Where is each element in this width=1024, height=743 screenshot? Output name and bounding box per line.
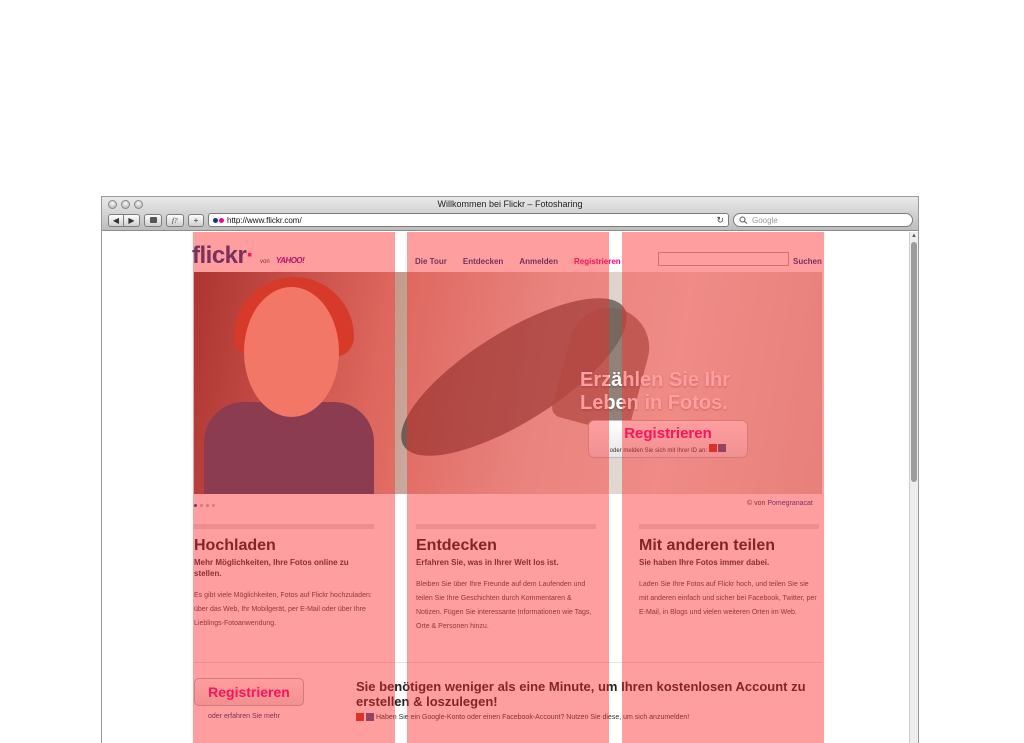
logo-wordmark: flickr <box>192 242 247 269</box>
column-rule <box>416 524 596 529</box>
column-rule <box>639 524 819 529</box>
learn-more-link[interactable]: oder erfahren Sie mehr <box>208 713 280 720</box>
column-title: Entdecken <box>416 537 497 554</box>
tagline-line-2: Leben in Fotos. <box>580 392 728 414</box>
column-body: Bleiben Sie über Ihre Freunde auf dem La… <box>416 581 592 630</box>
back-button[interactable]: ◀ <box>108 213 124 227</box>
browser-toolbar: ◀ ▶ f? + http://www.flickr.com/ ↻ Google <box>108 213 913 227</box>
pager-dot[interactable] <box>194 504 197 507</box>
column-subtitle: Sie haben Ihre Fotos immer dabei. <box>639 558 770 567</box>
cta-subtext: Haben Sie ein Google-Konto oder einen Fa… <box>356 713 689 721</box>
hero-register-label: Registrieren <box>624 425 712 442</box>
reload-icon[interactable]: ↻ <box>716 215 724 226</box>
pager-dot[interactable] <box>206 504 209 507</box>
forward-button[interactable]: ▶ <box>124 213 140 227</box>
nav-buttons: ◀ ▶ <box>108 213 140 227</box>
credit-author-link[interactable]: Pomegranacat <box>767 500 813 507</box>
column-entdecken: Entdecken Erfahren Sie, was in Ihrer Wel… <box>416 524 596 634</box>
ublock-button[interactable] <box>144 213 162 227</box>
page-content: flickr· von YAHOO! Die Tour Entdecken An… <box>102 232 910 743</box>
google-icon[interactable] <box>708 444 717 452</box>
nav-anmelden[interactable]: Anmelden <box>519 257 558 266</box>
scrollbar-thumb[interactable] <box>911 242 917 482</box>
nav-die-tour[interactable]: Die Tour <box>415 257 447 266</box>
vertical-scrollbar[interactable]: ▲ <box>909 232 918 743</box>
google-icon[interactable] <box>356 713 364 721</box>
column-hochladen: Hochladen Mehr Möglichkeiten, Ihre Fotos… <box>194 524 374 631</box>
hero-register-sub: oder melden Sie sich mit Ihrer ID an: <box>589 444 747 454</box>
divider <box>194 662 822 663</box>
scroll-up-icon[interactable]: ▲ <box>911 233 917 239</box>
browser-window: Willkommen bei Flickr – Fotosharing ◀ ▶ … <box>101 196 919 743</box>
svg-text:f?: f? <box>172 217 178 224</box>
column-teilen: Mit anderen teilen Sie haben Ihre Fotos … <box>639 524 819 620</box>
back-icon: ◀ <box>112 215 120 225</box>
column-title: Hochladen <box>194 537 276 554</box>
google-search-placeholder: Google <box>752 215 778 225</box>
flickr-favicon <box>213 217 224 223</box>
cta-heading: Sie benötigen weniger als eine Minute, u… <box>356 679 806 709</box>
photo-credit: © von Pomegranacat <box>747 500 813 507</box>
bottom-register-button[interactable]: Registrieren <box>194 678 304 706</box>
column-body: Laden Sie Ihre Fotos auf Flickr hoch, un… <box>639 581 817 616</box>
logo-by: von <box>260 259 270 265</box>
forward-icon: ▶ <box>128 215 135 225</box>
site-search-button[interactable]: Suchen <box>793 257 822 266</box>
title-bar: Willkommen bei Flickr – Fotosharing ◀ ▶ … <box>102 197 918 231</box>
flickr-logo[interactable]: flickr· von YAHOO! <box>192 242 305 270</box>
top-nav: Die Tour Entdecken Anmelden Registrieren <box>415 257 621 266</box>
column-rule <box>194 524 374 529</box>
column-subtitle: Erfahren Sie, was in Ihrer Welt los ist. <box>416 558 559 567</box>
nav-registrieren[interactable]: Registrieren <box>574 257 621 266</box>
pager-dot[interactable] <box>200 504 203 507</box>
magnifier-icon <box>739 216 748 224</box>
snapback-icon: f? <box>172 217 178 224</box>
nav-entdecken[interactable]: Entdecken <box>463 257 503 266</box>
column-subtitle: Mehr Möglichkeiten, Ihre Fotos online zu… <box>194 558 349 578</box>
hero-banner: Erzählen Sie Ihr Leben in Fotos. Registr… <box>194 272 822 494</box>
hero-photo-face <box>244 287 339 417</box>
facebook-icon[interactable] <box>718 444 727 452</box>
url-text: http://www.flickr.com/ <box>227 215 302 225</box>
hero-register-button[interactable]: Registrieren oder melden Sie sich mit Ih… <box>588 420 748 458</box>
google-search-field[interactable]: Google <box>733 213 913 227</box>
facebook-icon[interactable] <box>366 713 374 721</box>
hero-pager <box>194 504 215 507</box>
add-bookmark-button[interactable]: + <box>188 213 204 227</box>
hero-tagline: Erzählen Sie Ihr Leben in Fotos. <box>580 369 730 415</box>
window-title: Willkommen bei Flickr – Fotosharing <box>437 199 583 209</box>
yahoo-logo: YAHOO! <box>275 256 305 265</box>
column-title: Mit anderen teilen <box>639 537 776 554</box>
pager-dot[interactable] <box>212 504 215 507</box>
address-bar[interactable]: http://www.flickr.com/ ↻ <box>208 213 729 227</box>
add-bookmark-icon: + <box>193 215 199 225</box>
site-search-input[interactable] <box>658 252 789 266</box>
column-body: Es gibt viele Möglichkeiten, Fotos auf F… <box>194 592 372 627</box>
ublock-icon <box>149 217 157 223</box>
tagline-line-1: Erzählen Sie Ihr <box>580 369 731 391</box>
snapback-button[interactable]: f? <box>166 213 184 227</box>
